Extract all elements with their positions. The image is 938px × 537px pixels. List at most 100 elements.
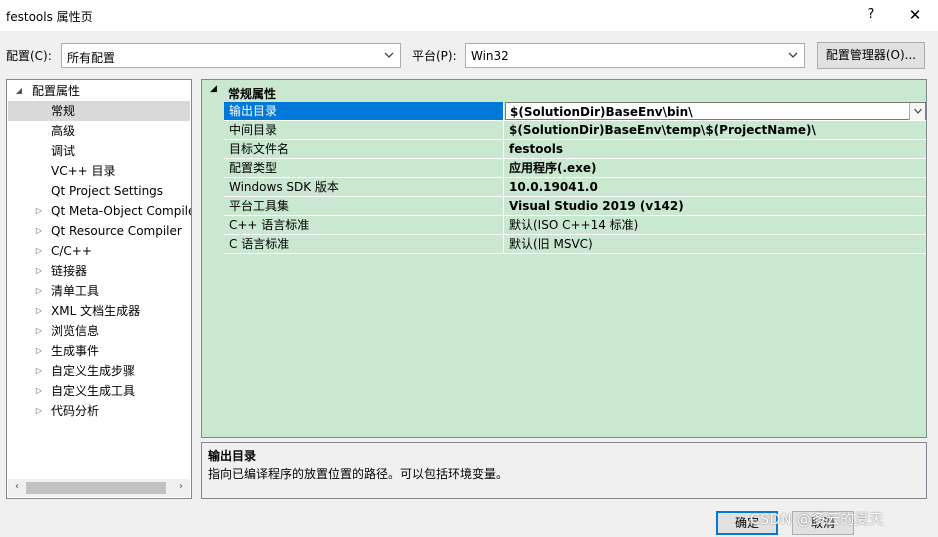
help-button[interactable]: ? <box>861 5 881 25</box>
property-value-text: $(SolutionDir)BaseEnv\temp\$(ProjectName… <box>509 123 816 137</box>
expand-right-icon[interactable]: ▷ <box>34 341 44 361</box>
tree-item[interactable]: 高级 <box>8 121 190 141</box>
property-value-text: 默认(旧 MSVC) <box>509 237 593 251</box>
expand-down-icon: ◢ <box>210 84 217 94</box>
tree-item-label: Qt Resource Compiler <box>51 224 182 238</box>
tree-item[interactable]: VC++ 目录 <box>8 161 190 181</box>
tree-item-label: 清单工具 <box>51 284 100 298</box>
tree-item-label: Qt Meta-Object Compile <box>51 204 192 218</box>
property-value-text: 10.0.19041.0 <box>509 180 598 194</box>
property-value: 默认(ISO C++14 标准) <box>505 216 926 234</box>
tree-item[interactable]: ▷ 自定义生成步骤 <box>8 361 190 381</box>
config-manager-button[interactable]: 配置管理器(O)... <box>817 42 925 69</box>
tree-item-label: XML 文档生成器 <box>51 304 141 318</box>
property-value-text: Visual Studio 2019 (v142) <box>509 199 684 213</box>
expand-right-icon[interactable]: ▷ <box>34 361 44 381</box>
tree-item[interactable]: ▷ 浏览信息 <box>8 321 190 341</box>
property-grid: ◢ 常规属性 输出目录 $(SolutionDir)BaseEnv\bin\ 中间目… <box>201 79 927 438</box>
scroll-left-icon[interactable]: ‹ <box>10 481 24 492</box>
platform-value: Win32 <box>471 49 509 63</box>
platform-label: 平台(P): <box>412 49 457 63</box>
tree-item[interactable]: Qt Project Settings <box>8 181 190 201</box>
close-button[interactable]: ✕ <box>905 5 925 25</box>
expand-right-icon[interactable]: ▷ <box>34 381 44 401</box>
tree-item[interactable]: 常规 <box>8 101 190 121</box>
expand-right-icon[interactable]: ▷ <box>34 241 44 261</box>
description-title: 输出目录 <box>208 449 257 463</box>
tree-item-label: 高级 <box>51 124 76 138</box>
property-value: 应用程序(.exe) <box>505 159 926 177</box>
description-text: 指向已编译程序的放置位置的路径。可以包括环境变量。 <box>208 467 509 481</box>
property-value: 10.0.19041.0 <box>505 178 926 196</box>
chevron-down-icon <box>384 48 394 62</box>
tree-item[interactable]: ▷ C/C++ <box>8 241 190 261</box>
tree-horizontal-scrollbar[interactable]: ‹ › <box>8 479 190 497</box>
expand-right-icon[interactable]: ▷ <box>34 201 44 221</box>
title-bar: festools 属性页 ? ✕ <box>0 0 938 31</box>
window-title: festools 属性页 <box>6 10 93 24</box>
property-value-text: 应用程序(.exe) <box>509 161 597 175</box>
property-value-text: $(SolutionDir)BaseEnv\bin\ <box>510 105 693 119</box>
tree-item[interactable]: ▷ 链接器 <box>8 261 190 281</box>
config-value: 所有配置 <box>67 51 116 65</box>
property-row[interactable]: 中间目录 $(SolutionDir)BaseEnv\temp\$(Project… <box>224 121 926 140</box>
expand-right-icon[interactable]: ▷ <box>34 301 44 321</box>
tree-item-label: VC++ 目录 <box>51 164 116 178</box>
property-name: 中间目录 <box>224 121 504 139</box>
tree-item-label: 浏览信息 <box>51 324 100 338</box>
tree-item-label: C/C++ <box>51 244 92 258</box>
property-name: 目标文件名 <box>224 140 504 158</box>
tree-item[interactable]: ▷ 清单工具 <box>8 281 190 301</box>
property-row[interactable]: 目标文件名 festools <box>224 140 926 159</box>
property-name: 平台工具集 <box>224 197 504 215</box>
tree-item[interactable]: ▷ 自定义生成工具 <box>8 381 190 401</box>
description-panel: 输出目录 指向已编译程序的放置位置的路径。可以包括环境变量。 <box>201 442 927 499</box>
property-value: 默认(旧 MSVC) <box>505 235 926 253</box>
scroll-right-icon[interactable]: › <box>174 481 188 492</box>
tree-item[interactable]: ▷ 代码分析 <box>8 401 190 421</box>
chevron-down-icon <box>788 48 798 62</box>
tree-item-label: Qt Project Settings <box>51 184 164 198</box>
tree-item[interactable]: ▷ Qt Resource Compiler <box>8 221 190 241</box>
watermark: CSDN @多云的夏天 <box>750 512 884 528</box>
expand-right-icon[interactable]: ▷ <box>34 401 44 421</box>
property-row[interactable]: 平台工具集 Visual Studio 2019 (v142) <box>224 197 926 216</box>
tree-item-label: 自定义生成步骤 <box>51 364 136 378</box>
property-name: C++ 语言标准 <box>224 216 504 234</box>
platform-dropdown[interactable]: Win32 <box>465 43 805 68</box>
tree-item-label: 代码分析 <box>51 404 100 418</box>
expand-right-icon[interactable]: ▷ <box>34 261 44 281</box>
tree-item-label: 自定义生成工具 <box>51 384 136 398</box>
expand-down-icon: ◢ <box>15 86 23 95</box>
property-value-text: 默认(ISO C++14 标准) <box>509 218 639 232</box>
tree-item[interactable]: 调试 <box>8 141 190 161</box>
property-value: festools <box>505 140 926 158</box>
tree-item[interactable]: ▷ Qt Meta-Object Compile <box>8 201 192 221</box>
property-name: 输出目录 <box>224 102 504 120</box>
expand-right-icon[interactable]: ▷ <box>34 321 44 341</box>
property-row[interactable]: C 语言标准 默认(旧 MSVC) <box>224 235 926 254</box>
property-row[interactable]: Windows SDK 版本 10.0.19041.0 <box>224 178 926 197</box>
scrollbar-thumb[interactable] <box>26 482 166 494</box>
property-name: Windows SDK 版本 <box>224 178 504 196</box>
expand-right-icon[interactable]: ▷ <box>34 281 44 301</box>
config-dropdown[interactable]: 所有配置 <box>61 43 401 68</box>
property-row[interactable]: 输出目录 $(SolutionDir)BaseEnv\bin\ <box>224 102 926 121</box>
property-tree: ◢ 配置属性 常规高级调试 VC++ 目录 Qt Project Settings ▷… <box>6 79 192 499</box>
property-value: $(SolutionDir)BaseEnv\temp\$(ProjectName… <box>505 121 926 139</box>
property-value[interactable]: $(SolutionDir)BaseEnv\bin\ <box>505 102 926 120</box>
tree-item[interactable]: ▷ XML 文档生成器 <box>8 301 190 321</box>
property-row[interactable]: C++ 语言标准 默认(ISO C++14 标准) <box>224 216 926 235</box>
property-value: Visual Studio 2019 (v142) <box>505 197 926 215</box>
property-name: C 语言标准 <box>224 235 504 253</box>
tree-item[interactable]: ▷ 生成事件 <box>8 341 190 361</box>
property-value-text: festools <box>509 142 563 156</box>
category-header[interactable]: ◢ 常规属性 <box>202 80 926 102</box>
chevron-down-icon[interactable] <box>909 103 925 120</box>
tree-item-label: 链接器 <box>51 264 88 278</box>
tree-item-label: 常规 <box>51 104 76 118</box>
tree-item-label: 调试 <box>51 144 76 158</box>
expand-right-icon[interactable]: ▷ <box>34 221 44 241</box>
tree-root[interactable]: ◢ 配置属性 <box>8 81 190 101</box>
property-row[interactable]: 配置类型 应用程序(.exe) <box>224 159 926 178</box>
